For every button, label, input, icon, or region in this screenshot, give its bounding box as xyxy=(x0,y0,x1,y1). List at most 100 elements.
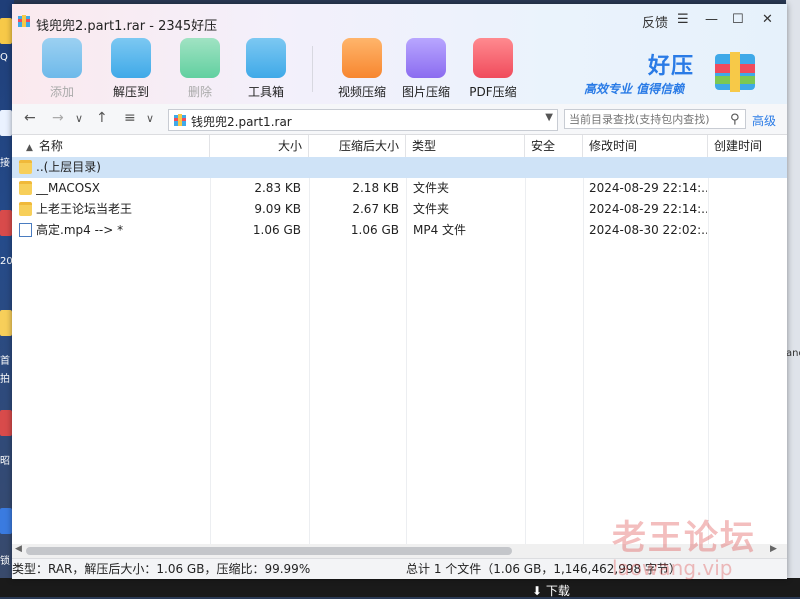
table-row-parent[interactable]: ..(上层目录) xyxy=(12,157,787,178)
extract-button[interactable]: 解压到 xyxy=(103,38,159,100)
background-window xyxy=(786,0,800,597)
row-size: 1.06 GB xyxy=(252,223,301,237)
watermark-url: laowang.vip xyxy=(612,556,733,580)
video-compress-button[interactable]: 视频压缩 xyxy=(334,38,390,100)
column-name[interactable]: ▲ 名称 xyxy=(12,135,210,157)
address-bar: ← → ∨ ↑ ≡ ∨ 钱兜兜2.part1.rar ▼ ⚲ 高级 xyxy=(12,104,787,135)
toolbox-icon xyxy=(246,38,286,78)
extract-label: 解压到 xyxy=(112,85,149,99)
desktop-label: 拍 xyxy=(0,374,10,385)
search-input[interactable] xyxy=(564,109,746,129)
folder-icon xyxy=(19,160,32,174)
search-icon[interactable]: ⚲ xyxy=(730,112,740,127)
app-logo-icon xyxy=(18,15,30,27)
table-row[interactable]: 高定.mp4 --> * 1.06 GB 1.06 GB MP4 文件 2024… xyxy=(12,220,787,241)
view-mode-button[interactable]: ≡ xyxy=(124,110,136,126)
back-button[interactable]: ← xyxy=(24,110,36,126)
path-dropdown-icon[interactable]: ▼ xyxy=(545,112,553,123)
column-security[interactable]: 安全 xyxy=(525,135,583,157)
row-name: __MACOSX xyxy=(36,181,101,195)
recycle-icon xyxy=(180,38,220,78)
scroll-right-icon[interactable]: ▶ xyxy=(770,544,777,554)
desktop-label: 锁 xyxy=(0,556,10,567)
brand-box-icon xyxy=(715,52,755,92)
table-row[interactable]: 上老王论坛当老王 9.09 KB 2.67 KB 文件夹 2024-08-29 … xyxy=(12,199,787,220)
archive-window: 钱兜兜2.part1.rar - 2345好压 反馈 ☰ — ☐ ✕ 添加 解压… xyxy=(12,4,787,579)
row-packed-size: 2.18 KB xyxy=(352,181,399,195)
row-type: MP4 文件 xyxy=(413,223,467,237)
folder-icon xyxy=(19,181,32,195)
table-row[interactable]: __MACOSX 2.83 KB 2.18 KB 文件夹 2024-08-29 … xyxy=(12,178,787,199)
column-created[interactable]: 创建时间 xyxy=(708,135,787,157)
row-name: ..(上层目录) xyxy=(36,160,101,174)
delete-button[interactable]: 删除 xyxy=(172,38,228,100)
row-size: 2.83 KB xyxy=(254,181,301,195)
video-compress-icon xyxy=(342,38,382,78)
column-packed-size[interactable]: 压缩后大小 xyxy=(309,135,406,157)
video-file-icon xyxy=(19,223,32,237)
desktop-icon[interactable] xyxy=(0,410,12,436)
archive-icon xyxy=(174,114,186,126)
row-modified: 2024-08-29 22:14:... xyxy=(589,202,707,216)
path-field[interactable]: 钱兜兜2.part1.rar ▼ xyxy=(168,109,558,131)
image-compress-icon xyxy=(406,38,446,78)
add-archive-icon xyxy=(42,38,82,78)
forward-button[interactable]: → xyxy=(52,110,64,126)
brand-name: 好压 xyxy=(648,54,695,79)
desktop-label: Q xyxy=(0,52,8,63)
history-dropdown[interactable]: ∨ xyxy=(75,112,83,125)
image-compress-button[interactable]: 图片压缩 xyxy=(398,38,454,100)
add-button[interactable]: 添加 xyxy=(34,38,90,100)
pdf-compress-icon xyxy=(473,38,513,78)
close-button[interactable]: ✕ xyxy=(762,12,773,27)
column-type[interactable]: 类型 xyxy=(406,135,525,157)
scroll-thumb[interactable] xyxy=(26,547,512,555)
desktop-icon-folder[interactable] xyxy=(0,310,12,336)
row-modified: 2024-08-29 22:14:... xyxy=(589,181,707,195)
pdf-compress-label: PDF压缩 xyxy=(469,85,517,99)
window-title: 钱兜兜2.part1.rar - 2345好压 xyxy=(36,19,218,34)
advanced-search-button[interactable]: 高级 xyxy=(752,112,776,129)
scroll-left-icon[interactable]: ◀ xyxy=(15,544,22,554)
row-packed-size: 2.67 KB xyxy=(352,202,399,216)
toolbox-label: 工具箱 xyxy=(247,85,284,99)
video-compress-label: 视频压缩 xyxy=(337,85,386,99)
pdf-compress-button[interactable]: PDF压缩 xyxy=(465,38,521,100)
row-type: 文件夹 xyxy=(413,181,450,195)
desktop-icon-qq[interactable] xyxy=(0,18,12,44)
image-compress-label: 图片压缩 xyxy=(401,85,450,99)
row-name: 高定.mp4 --> * xyxy=(36,223,124,237)
desktop-icon[interactable] xyxy=(0,210,12,236)
desktop-label: 昭 xyxy=(0,456,10,467)
minimize-button[interactable]: — xyxy=(705,12,718,27)
desktop-icon[interactable] xyxy=(0,110,12,136)
extract-icon xyxy=(111,38,151,78)
column-header: ▲ 名称 大小 压缩后大小 类型 安全 修改时间 创建时间 xyxy=(12,135,787,158)
maximize-button[interactable]: ☐ xyxy=(732,12,744,27)
taskbar xyxy=(0,578,800,597)
menu-button[interactable]: ☰ xyxy=(677,12,689,27)
view-mode-dropdown[interactable]: ∨ xyxy=(146,112,154,125)
add-label: 添加 xyxy=(49,85,74,99)
delete-label: 删除 xyxy=(187,85,212,99)
brand-slogan: 高效专业 值得信赖 xyxy=(584,82,685,96)
path-text: 钱兜兜2.part1.rar xyxy=(191,115,292,129)
row-name: 上老王论坛当老王 xyxy=(36,202,133,216)
column-size[interactable]: 大小 xyxy=(210,135,309,157)
column-modified[interactable]: 修改时间 xyxy=(583,135,708,157)
watermark-text: 老王论坛 xyxy=(612,518,756,558)
background-window-text: and xyxy=(786,348,800,359)
toolbox-button[interactable]: 工具箱 xyxy=(238,38,294,100)
row-packed-size: 1.06 GB xyxy=(350,223,399,237)
row-type: 文件夹 xyxy=(413,202,450,216)
feedback-button[interactable]: 反馈 xyxy=(642,12,668,31)
row-size: 9.09 KB xyxy=(254,202,301,216)
desktop-icon[interactable] xyxy=(0,508,12,534)
taskbar-download[interactable]: ⬇ 下载 xyxy=(532,582,570,599)
column-name-label: 名称 xyxy=(38,139,63,153)
status-archive-info: 类型：RAR，解压后大小：1.06 GB，压缩比：99.99% xyxy=(12,562,311,576)
desktop-label: 首 xyxy=(0,356,10,367)
title-toolbar-area: 钱兜兜2.part1.rar - 2345好压 反馈 ☰ — ☐ ✕ 添加 解压… xyxy=(12,4,787,104)
toolbar-separator xyxy=(312,46,313,92)
up-button[interactable]: ↑ xyxy=(96,110,108,126)
